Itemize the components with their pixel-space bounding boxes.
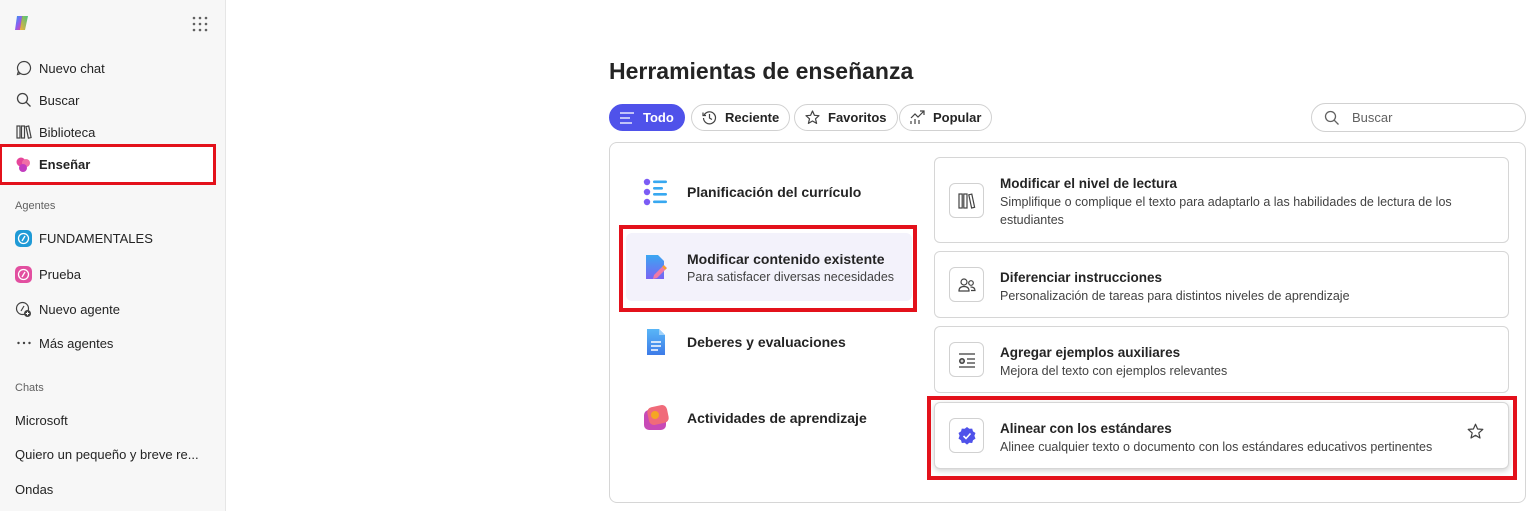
agent-item-prueba[interactable]: Prueba: [8, 259, 212, 289]
chat-item[interactable]: Ondas: [15, 482, 205, 497]
nav-item-search[interactable]: Buscar: [8, 85, 212, 115]
category-title: Actividades de aprendizaje: [687, 410, 867, 426]
verified-badge-icon: [949, 418, 984, 453]
category-modify-content[interactable]: Modificar contenido existente Para satis…: [626, 233, 912, 301]
copilot-logo-icon[interactable]: [13, 14, 31, 32]
agents-section-label: Agentes: [15, 200, 56, 212]
teach-icon: [15, 156, 32, 173]
filter-chip-favorites[interactable]: Favoritos: [794, 104, 898, 131]
category-title: Deberes y evaluaciones: [687, 334, 846, 350]
star-icon: [804, 110, 820, 126]
nav-label: Nuevo chat: [39, 60, 105, 76]
nav-label: Buscar: [39, 92, 80, 108]
filter-chip-label: Popular: [933, 110, 982, 125]
favorite-star-icon[interactable]: [1467, 423, 1484, 440]
category-activities[interactable]: Actividades de aprendizaje: [626, 402, 912, 434]
agent-fundamentales-icon: [15, 229, 32, 247]
filter-chip-label: Favoritos: [828, 110, 887, 125]
library-icon: [15, 124, 32, 141]
category-subtitle: Para satisfacer diversas necesidades: [687, 269, 895, 284]
page-title: Herramientas de enseñanza: [609, 58, 914, 84]
chat-icon: [15, 60, 32, 77]
activities-icon: [642, 404, 670, 432]
agent-label: Nuevo agente: [39, 301, 120, 317]
text-add-icon: [949, 342, 984, 377]
tool-description: Mejora del texto con ejemplos relevantes: [1000, 364, 1228, 378]
tool-card-reading-level[interactable]: Modificar el nivel de lectura Simplifiqu…: [934, 157, 1509, 243]
tool-title: Modificar el nivel de lectura: [1000, 176, 1178, 191]
tool-description: Simplifique o complique el texto para ad…: [1000, 195, 1452, 227]
document-icon: [642, 328, 670, 356]
tools-search[interactable]: [1311, 103, 1526, 132]
tool-card-examples[interactable]: Agregar ejemplos auxiliares Mejora del t…: [934, 326, 1509, 393]
category-curriculum[interactable]: Planificación del currículo: [626, 176, 912, 208]
category-title: Modificar contenido existente: [687, 250, 885, 267]
nav-label: Enseñar: [39, 157, 91, 172]
chat-item[interactable]: Quiero un pequeño y breve re...: [15, 447, 205, 462]
nav-item-library[interactable]: Biblioteca: [8, 117, 212, 147]
curriculum-icon: [642, 178, 670, 206]
filter-chip-recent[interactable]: Reciente: [691, 104, 791, 131]
agent-prueba-icon: [15, 265, 32, 283]
agent-label: Prueba: [39, 266, 81, 282]
chat-item[interactable]: Microsoft: [15, 413, 205, 428]
sidebar: Nuevo chat Buscar Biblioteca Enseñar Age…: [0, 0, 226, 511]
app-window: Nuevo chat Buscar Biblioteca Enseñar Age…: [0, 0, 1535, 511]
tool-card-align-standards[interactable]: Alinear con los estándares Alinee cualqu…: [934, 402, 1509, 469]
nav-label: Biblioteca: [39, 124, 96, 140]
trending-icon: [909, 110, 925, 126]
search-icon: [15, 92, 32, 109]
list-icon: [619, 110, 635, 126]
more-icon: [15, 335, 32, 352]
tool-title: Diferenciar instrucciones: [1000, 270, 1163, 285]
people-icon: [949, 267, 984, 302]
agent-item-fundamentales[interactable]: FUNDAMENTALES: [8, 223, 212, 253]
tool-card-differentiate[interactable]: Diferenciar instrucciones Personalizació…: [934, 251, 1509, 318]
modify-content-icon: [642, 253, 670, 281]
tool-description: Alinee cualquier texto o documento con l…: [1000, 440, 1433, 454]
category-title: Planificación del currículo: [687, 184, 862, 200]
apps-grid-icon[interactable]: [192, 16, 208, 32]
agent-label: Más agentes: [39, 335, 114, 351]
tool-title: Agregar ejemplos auxiliares: [1000, 345, 1181, 360]
agent-item-new[interactable]: Nuevo agente: [8, 294, 212, 324]
agent-label: FUNDAMENTALES: [39, 230, 153, 246]
agent-item-more[interactable]: Más agentes: [8, 328, 212, 358]
nav-item-new-chat[interactable]: Nuevo chat: [8, 53, 212, 83]
filter-chip-label: Reciente: [725, 110, 780, 125]
history-icon: [701, 110, 717, 126]
search-icon: [1324, 110, 1339, 125]
filter-chip-popular[interactable]: Popular: [899, 104, 993, 131]
tool-title: Alinear con los estándares: [1000, 421, 1172, 436]
chats-section-label: Chats: [15, 382, 44, 394]
search-input[interactable]: [1352, 110, 1512, 125]
nav-item-teach[interactable]: Enseñar: [0, 144, 216, 185]
tool-description: Personalización de tareas para distintos…: [1000, 289, 1350, 303]
new-agent-icon: [15, 301, 32, 318]
category-assignments[interactable]: Deberes y evaluaciones: [626, 326, 912, 358]
filter-chip-all[interactable]: Todo: [609, 104, 685, 131]
books-icon: [949, 183, 984, 218]
filter-chip-label: Todo: [643, 110, 674, 125]
